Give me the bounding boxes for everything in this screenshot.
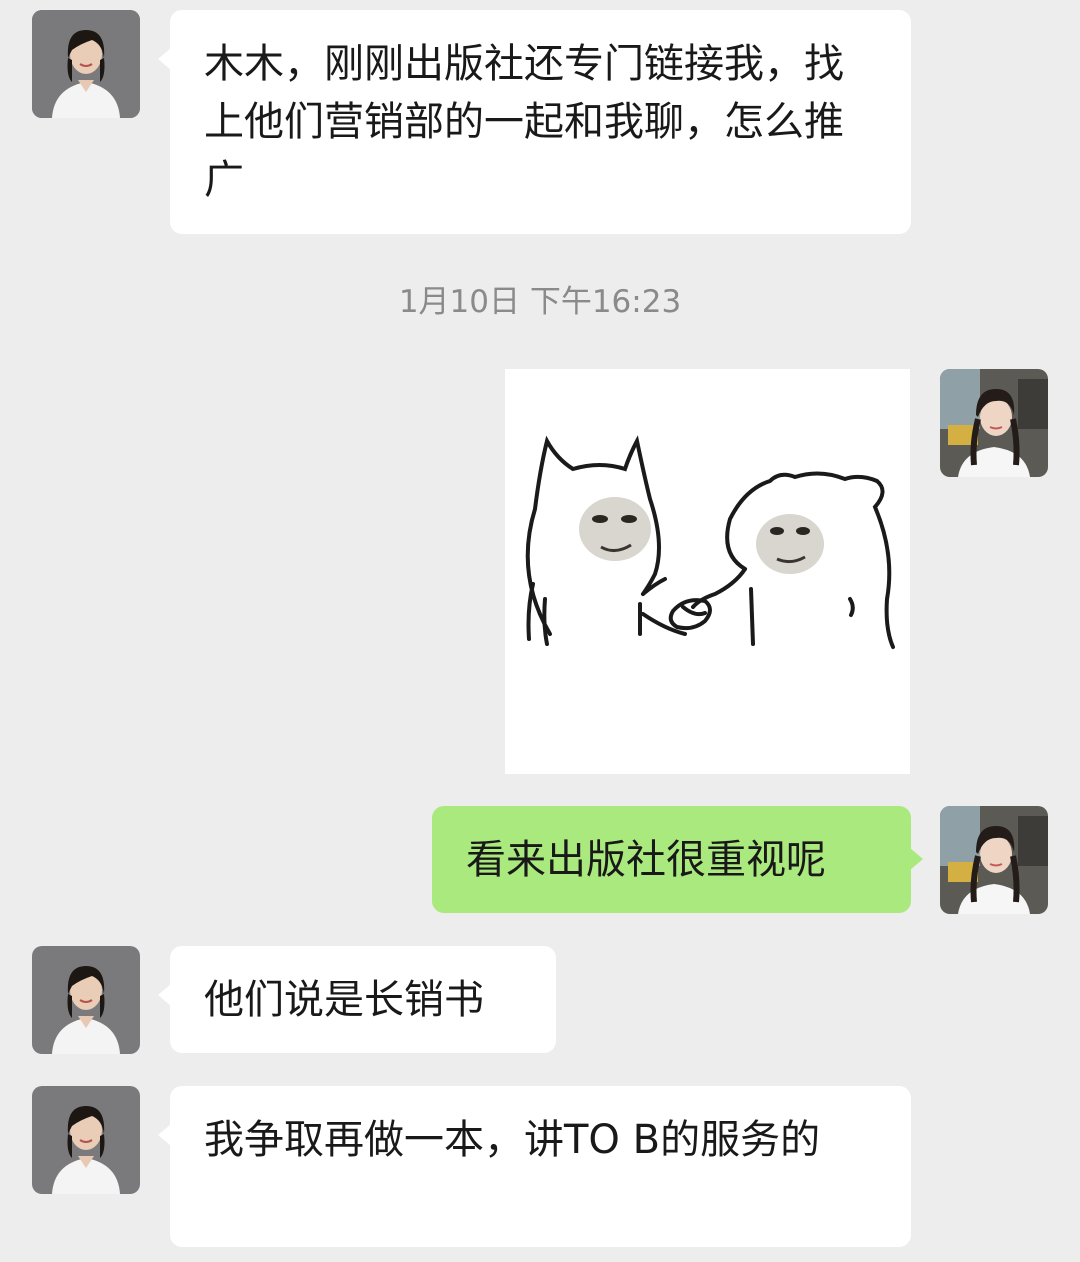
message-bubble-incoming[interactable]: 我争取再做一本，讲TO B的服务的 — [158, 1086, 911, 1247]
contact-avatar[interactable] — [32, 10, 140, 118]
handshake-meme-sticker-icon — [505, 369, 910, 774]
girl-avatar-icon — [940, 369, 1048, 477]
woman-avatar-icon — [32, 10, 140, 118]
self-avatar[interactable] — [940, 369, 1048, 477]
message-text: 木木，刚刚出版社还专门链接我，找上他们营销部的一起和我聊，怎么推广 — [204, 41, 844, 203]
message-bubble-incoming[interactable]: 他们说是长销书 — [158, 946, 556, 1053]
woman-avatar-icon — [32, 1086, 140, 1194]
message-bubble-incoming[interactable]: 木木，刚刚出版社还专门链接我，找上他们营销部的一起和我聊，怎么推广 — [158, 10, 911, 234]
contact-avatar[interactable] — [32, 946, 140, 1054]
woman-avatar-icon — [32, 946, 140, 1054]
contact-avatar[interactable] — [32, 1086, 140, 1194]
message-bubble-outgoing[interactable]: 看来出版社很重视呢 — [432, 806, 923, 913]
sticker-image[interactable] — [505, 369, 910, 774]
message-text: 看来出版社很重视呢 — [466, 837, 826, 883]
message-text: 我争取再做一本，讲TO B的服务的 — [204, 1117, 821, 1163]
girl-avatar-icon — [940, 806, 1048, 914]
message-text: 他们说是长销书 — [204, 977, 484, 1023]
self-avatar[interactable] — [940, 806, 1048, 914]
timestamp: 1月10日 下午16:23 — [398, 284, 682, 320]
